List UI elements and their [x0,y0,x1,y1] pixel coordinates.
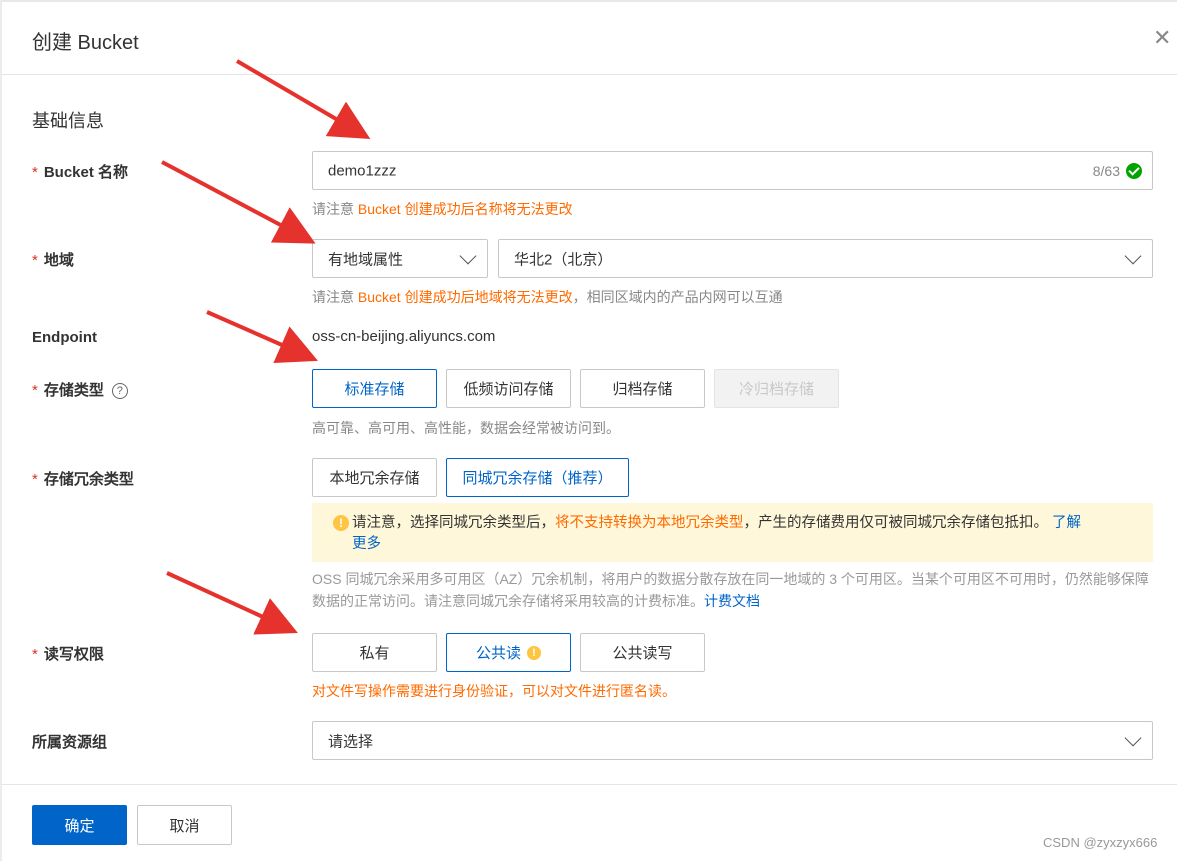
acl-public-read-button[interactable]: 公共读! [446,633,571,672]
chevron-down-icon [1124,247,1142,264]
top-border [0,0,1177,2]
dialog-title: 创建 Bucket [32,32,139,54]
chevron-down-icon [1124,729,1142,746]
region-label: * 地域 [32,252,74,269]
billing-doc-link[interactable]: 计费文档 [704,593,760,609]
check-icon [1126,162,1142,179]
bucket-name-label: * Bucket 名称 [32,164,129,181]
storage-archive-button[interactable]: 归档存储 [580,369,705,408]
annotation-arrow [235,59,371,140]
char-count: 8/63 [1092,162,1120,179]
region-type-select[interactable]: 有地域属性 [312,239,488,278]
region-select[interactable]: 华北2（北京） [498,239,1153,278]
region-value: 华北2（北京） [514,251,613,268]
region-type-value: 有地域属性 [328,251,404,268]
storage-standard-button[interactable]: 标准存储 [312,369,437,408]
resource-group-placeholder: 请选择 [328,733,374,750]
endpoint-value: oss-cn-beijing.aliyuncs.com [312,328,496,345]
watermark: CSDN @zyxzyx666 [1043,835,1158,850]
redundancy-zrs-button[interactable]: 同城冗余存储（推荐） [446,458,629,497]
annotation-arrow [206,310,318,364]
warning-text: 请注意，选择同城冗余类型后，将不支持转换为本地冗余类型，产生的存储费用仅可被同城… [352,515,1082,552]
endpoint-label: Endpoint [32,329,97,346]
bucket-name-value: demo1zzz [328,162,397,179]
redundancy-label: * 存储冗余类型 [32,471,134,488]
redundancy-lrs-button[interactable]: 本地冗余存储 [312,458,437,497]
left-border [0,0,2,861]
annotation-arrow [166,571,298,635]
storage-class-hint: 高可靠、高可用、高性能，数据会经常被访问到。 [312,420,620,436]
close-icon[interactable]: ✕ [1153,27,1175,49]
acl-private-button[interactable]: 私有 [312,633,437,672]
footer-divider [2,784,1177,785]
storage-class-label: * 存储类型? [32,379,128,400]
warning-icon: ! [333,515,349,531]
warning-icon: ! [527,645,541,660]
acl-hint: 对文件写操作需要进行身份验证，可以对文件进行匿名读。 [312,683,676,699]
storage-cold-archive-button: 冷归档存储 [714,369,839,408]
bucket-name-hint: 请注意 Bucket 创建成功后名称将无法更改 [312,201,573,217]
warning-box: ! 请注意，选择同城冗余类型后，将不支持转换为本地冗余类型，产生的存储费用仅可被… [312,503,1153,562]
storage-ia-button[interactable]: 低频访问存储 [446,369,571,408]
region-hint: 请注意 Bucket 创建成功后地域将无法更改，相同区域内的产品内网可以互通 [312,289,783,305]
cancel-button[interactable]: 取消 [137,805,232,845]
acl-public-read-write-button[interactable]: 公共读写 [580,633,705,672]
help-icon[interactable]: ? [111,383,128,399]
annotation-arrow [161,160,316,244]
header-divider [2,74,1177,75]
section-title: 基础信息 [32,111,104,131]
resource-group-label: 所属资源组 [32,734,108,751]
resource-group-select[interactable]: 请选择 [312,721,1153,760]
confirm-button[interactable]: 确定 [32,805,127,845]
acl-label: * 读写权限 [32,646,104,663]
chevron-down-icon [459,247,477,264]
bucket-name-input[interactable]: demo1zzz 8/63 [312,151,1153,190]
redundancy-description: OSS 同城冗余采用多可用区（AZ）冗余机制，将用户的数据分散存放在同一地域的 … [312,571,1149,609]
